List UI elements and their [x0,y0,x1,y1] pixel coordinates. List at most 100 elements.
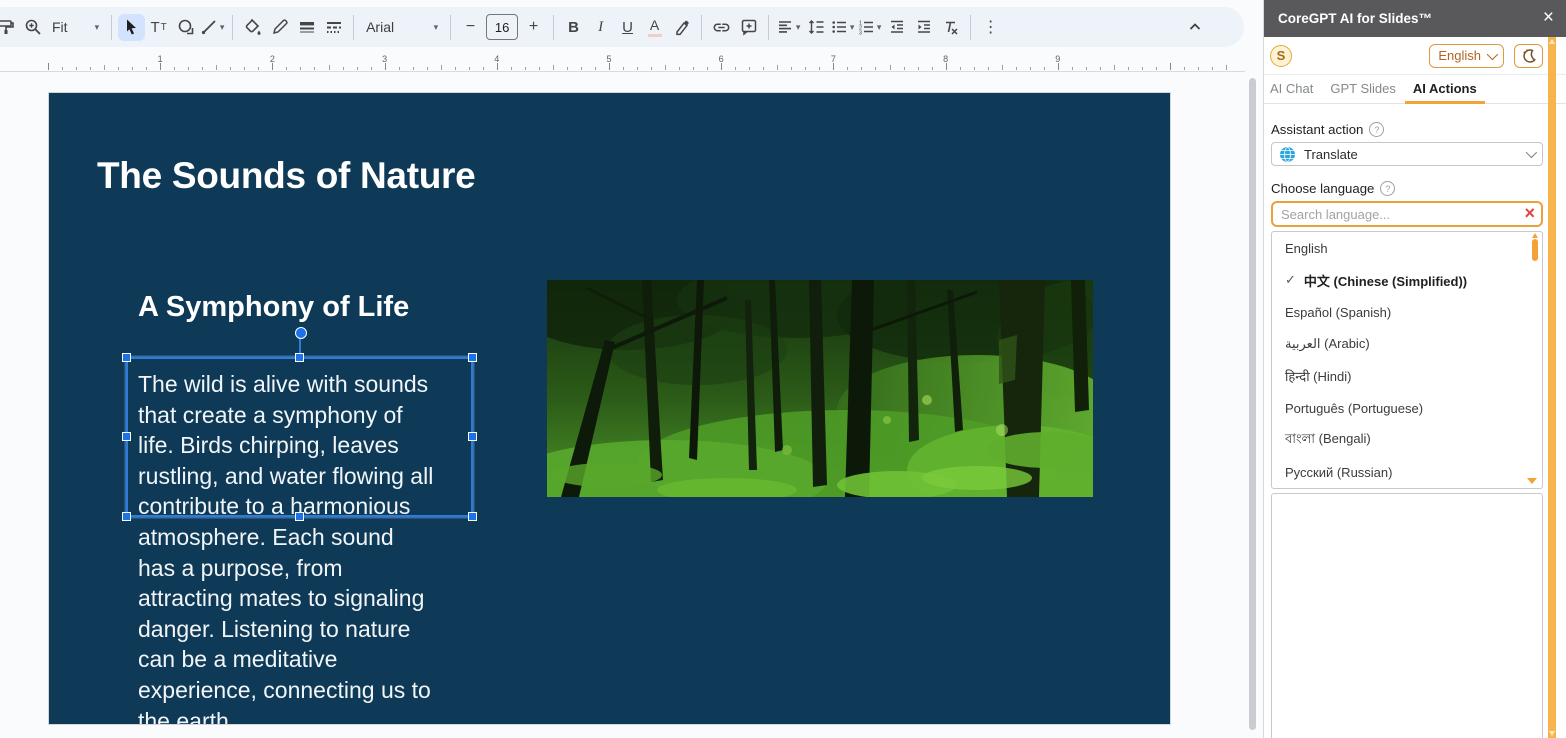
language-option[interactable]: Español (Spanish) [1272,296,1542,328]
forest-image[interactable] [547,280,1093,497]
language-list: English中文 (Chinese (Simplified))Español … [1271,231,1543,489]
sidebar-header: CoreGPT AI for Slides™ [1264,0,1566,37]
language-search-input[interactable] [1271,201,1543,227]
sidebar-title: CoreGPT AI for Slides™ [1278,11,1433,26]
border-dash-icon[interactable] [320,14,347,41]
toolbar-divider [111,14,113,40]
clear-formatting-icon[interactable] [937,14,964,41]
decrease-font-size-button[interactable] [457,14,484,41]
language-option[interactable]: हिन्दी (Hindi) [1272,360,1542,392]
clear-search-icon[interactable] [1524,205,1535,223]
add-comment-icon[interactable] [735,14,762,41]
text-color-button[interactable] [641,14,668,41]
close-icon[interactable] [1543,10,1554,27]
toolbar-divider [232,14,234,40]
resize-handle-e[interactable] [468,432,477,441]
language-option[interactable]: বাংলা (Bengali) [1272,424,1542,456]
toolbar-divider [553,14,555,40]
line-tool-button[interactable] [199,14,226,41]
language-option[interactable]: العربية (Arabic) [1272,328,1542,360]
zoom-select[interactable]: Fit [46,14,105,40]
border-color-icon[interactable] [266,14,293,41]
collapse-toolbar-icon[interactable] [1181,14,1208,41]
scroll-up-icon[interactable] [1549,39,1555,44]
app-window: Fit ▾ T T ▾ Arial ▾ − 16 + B I U A ▾ ▾ 1… [0,0,1566,738]
language-search [1271,201,1543,227]
tab-gpt-slides[interactable]: GPT Slides [1330,81,1396,103]
choose-language-label: Choose language [1271,181,1375,196]
slide-canvas[interactable]: The Sounds of Nature A Symphony of Life … [49,93,1170,724]
account-row: S English [1264,37,1566,75]
underline-button[interactable] [614,14,641,41]
fill-color-icon[interactable] [239,14,266,41]
toolbar-divider [450,14,452,40]
slide-title[interactable]: The Sounds of Nature [97,155,476,197]
more-options-icon[interactable] [977,14,1004,41]
choose-language-label-row: Choose language [1271,181,1543,196]
decrease-indent-icon[interactable] [883,14,910,41]
language-option[interactable]: Русский (Russian) [1272,456,1542,488]
bold-button[interactable] [560,14,587,41]
result-box [1271,493,1543,738]
slides-editor: Fit ▾ T T ▾ Arial ▾ − 16 + B I U A ▾ ▾ 1… [0,0,1263,738]
chevron-down-icon [1486,48,1499,60]
resize-handle-nw[interactable] [122,353,131,362]
selection-box[interactable] [122,327,477,521]
text-color-icon [647,18,662,37]
insert-link-icon[interactable] [708,14,735,41]
ui-language-label: English [1438,48,1481,63]
text-box-tool-button[interactable] [145,14,172,41]
toolbar: Fit ▾ T T ▾ Arial ▾ − 16 + B I U A ▾ ▾ 1… [0,7,1244,47]
increase-indent-icon[interactable] [910,14,937,41]
help-icon[interactable] [1380,181,1396,196]
avatar[interactable]: S [1270,44,1292,67]
bulleted-list-button[interactable] [829,14,856,41]
tab-ai-chat[interactable]: AI Chat [1270,81,1313,103]
ruler: 123456789 [0,54,1245,72]
font-size-input[interactable] [486,14,519,40]
check-icon [1285,272,1296,288]
rotation-handle[interactable] [294,327,307,339]
sidebar-content: Assistant action Translate Choose langua… [1264,104,1566,738]
list-scrollbar-thumb[interactable] [1532,233,1538,261]
border-weight-icon[interactable] [293,14,320,41]
sidebar-tabs: AI Chat GPT Slides AI Actions [1264,75,1566,104]
list-scroll-down-icon[interactable] [1527,478,1537,484]
align-button[interactable] [775,14,802,41]
language-option[interactable]: English [1272,232,1542,264]
line-spacing-icon[interactable] [802,14,829,41]
chevron-down-icon [1525,146,1538,159]
coregpt-sidebar: CoreGPT AI for Slides™ S English AI Chat… [1263,0,1566,738]
resize-handle-ne[interactable] [468,353,477,362]
resize-handle-se[interactable] [468,512,477,521]
dark-mode-toggle[interactable] [1514,43,1543,68]
zoom-icon[interactable] [19,14,46,41]
select-tool-button[interactable] [118,13,146,41]
increase-font-size-button[interactable] [520,14,547,41]
toolbar-divider [768,14,770,40]
assistant-action-select[interactable]: Translate [1271,142,1543,166]
shape-tool-button[interactable] [172,14,199,41]
resize-handle-sw[interactable] [122,512,131,521]
zoom-select-value: Fit [52,19,68,35]
resize-handle-w[interactable] [122,432,131,441]
sidebar-scrollbar[interactable] [1548,37,1556,738]
assistant-action-label: Assistant action [1271,122,1364,137]
toolbar-divider [353,14,355,40]
editor-scrollbar[interactable] [1249,78,1256,730]
resize-handle-n[interactable] [294,353,304,362]
paint-format-icon[interactable] [0,14,19,41]
language-option[interactable]: Português (Portuguese) [1272,392,1542,424]
font-family-select[interactable]: Arial [360,14,444,40]
ui-language-button[interactable]: English [1429,43,1504,68]
tab-ai-actions[interactable]: AI Actions [1404,81,1485,104]
numbered-list-button[interactable]: 123 [856,14,883,41]
slide-heading[interactable]: A Symphony of Life [138,291,409,324]
help-icon[interactable] [1369,122,1385,137]
font-family-value: Arial [366,19,395,35]
resize-handle-s[interactable] [294,512,304,521]
language-option[interactable]: 中文 (Chinese (Simplified)) [1272,264,1542,296]
italic-button[interactable] [587,14,614,41]
highlight-color-button[interactable] [668,14,695,41]
scroll-down-icon[interactable] [1549,731,1555,736]
